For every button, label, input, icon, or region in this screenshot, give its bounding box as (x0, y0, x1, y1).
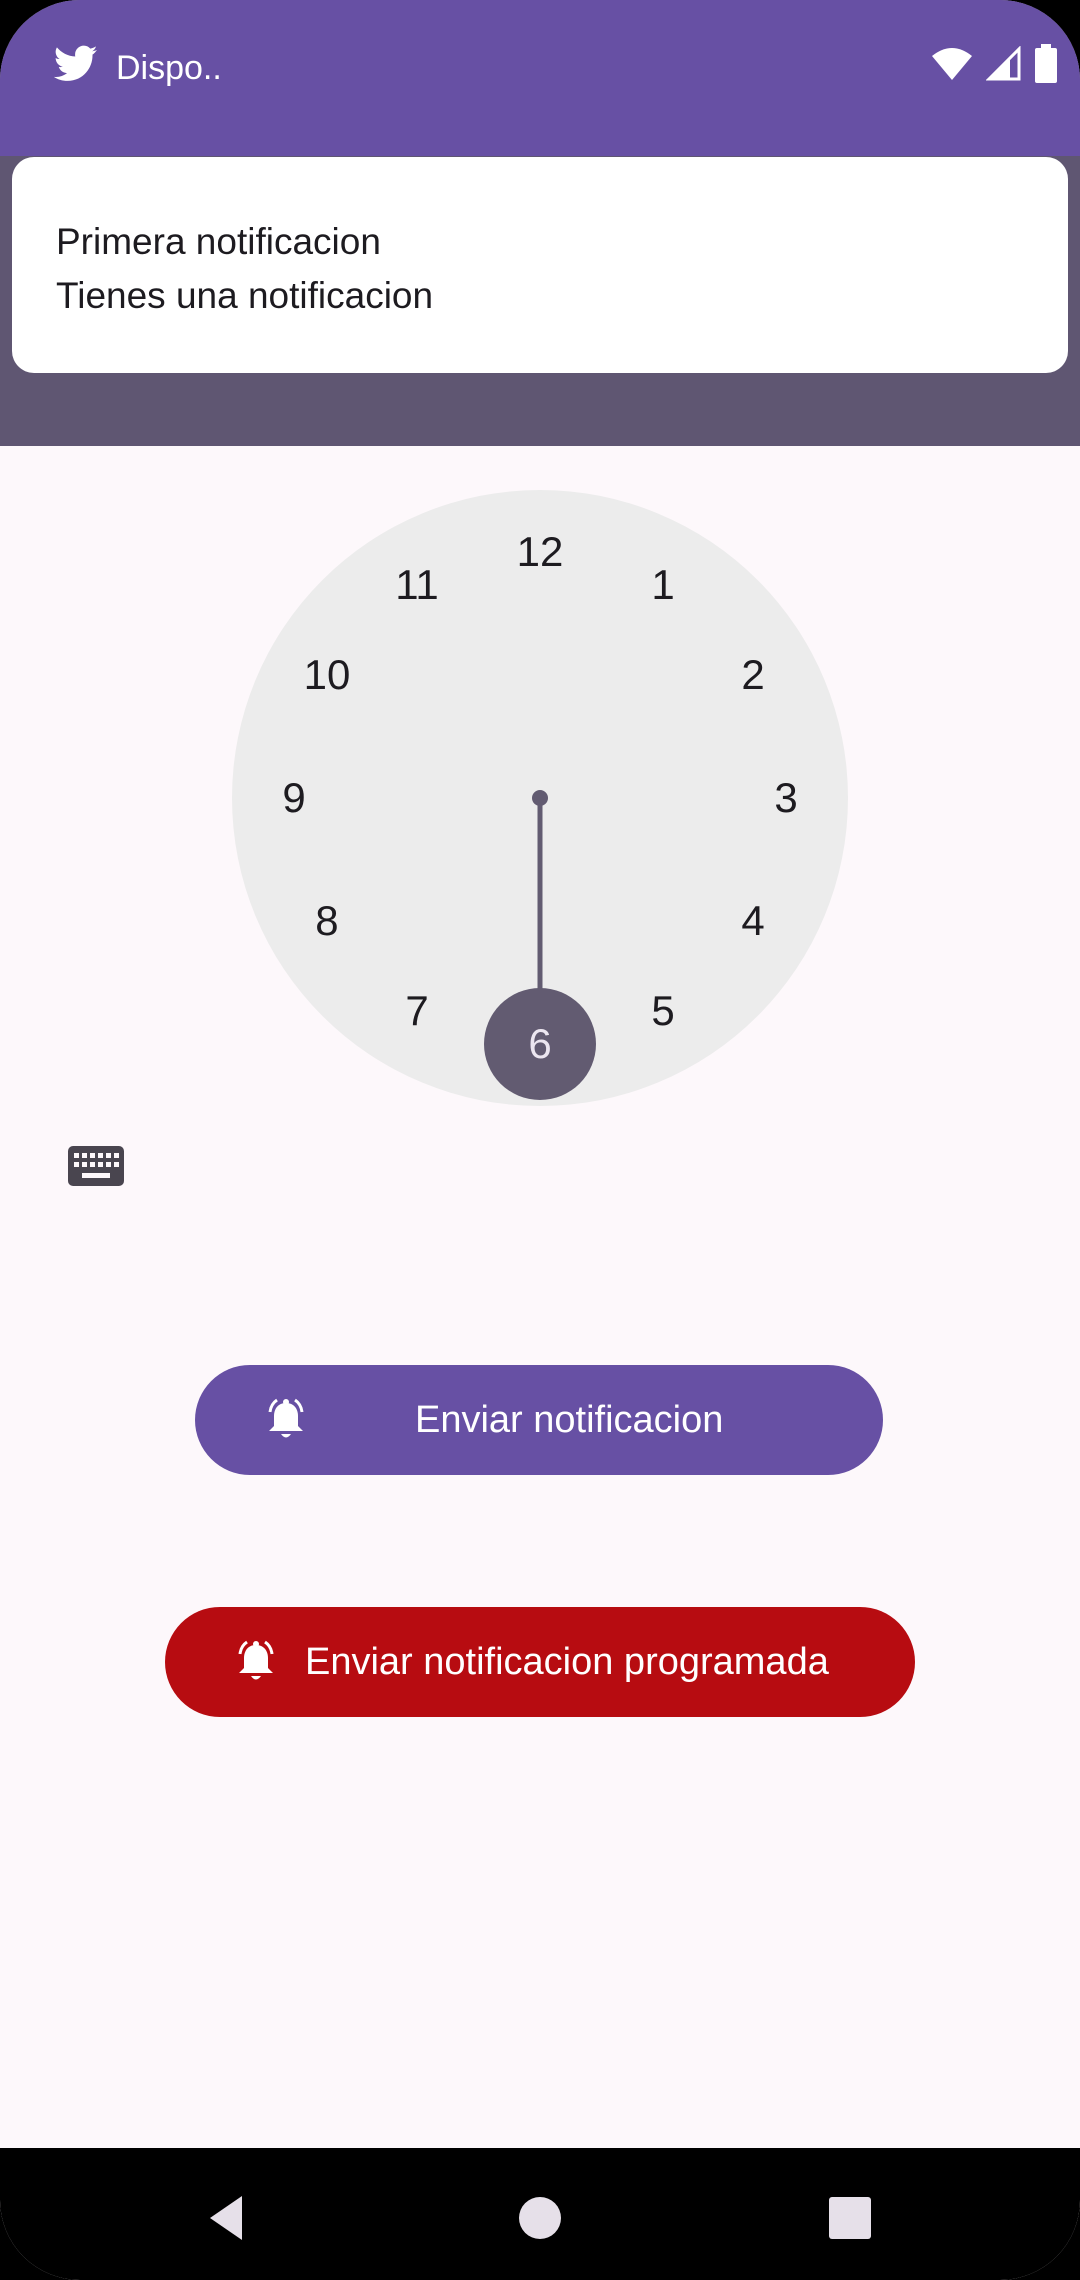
battery-icon (1034, 44, 1058, 89)
cellular-signal-icon (985, 45, 1022, 87)
status-icons (930, 44, 1058, 89)
phone-screen: Dispo.. Primera notificacion Tienes una … (0, 0, 1080, 2280)
alarm-bell-icon (233, 1640, 279, 1694)
back-icon[interactable] (196, 2188, 256, 2248)
send-scheduled-notification-label: Enviar notificacion programada (305, 1641, 829, 1683)
notification-text: Tienes una notificacion (56, 275, 434, 316)
navigation-bar (0, 2148, 1080, 2280)
clock-number-4[interactable]: 4 (713, 896, 793, 946)
clock-dial[interactable]: 12 1 2 3 4 5 6 7 8 9 10 11 (232, 490, 848, 1106)
clock-number-1[interactable]: 1 (623, 560, 703, 610)
clock-number-11[interactable]: 11 (377, 560, 457, 610)
keyboard-icon (68, 1146, 124, 1190)
clock-number-3[interactable]: 3 (746, 773, 826, 823)
status-app-info: Dispo.. (53, 45, 222, 92)
send-notification-label: Enviar notificacion (415, 1399, 724, 1441)
send-scheduled-notification-button[interactable]: Enviar notificacion programada (165, 1607, 915, 1717)
clock-number-2[interactable]: 2 (713, 650, 793, 700)
twitter-bird-icon (53, 45, 98, 92)
keyboard-toggle-button[interactable] (68, 1146, 130, 1196)
notification-title: Primera notificacion (56, 221, 381, 262)
clock-number-8[interactable]: 8 (287, 896, 367, 946)
heads-up-notification[interactable]: Primera notificacion Tienes una notifica… (12, 157, 1068, 373)
status-bar: Dispo.. (0, 0, 1080, 156)
status-app-name: Dispo.. (116, 48, 222, 87)
clock-number-5[interactable]: 5 (623, 986, 703, 1036)
clock-number-9[interactable]: 9 (254, 773, 334, 823)
wifi-icon (930, 46, 974, 87)
clock-number-12[interactable]: 12 (500, 527, 580, 577)
send-notification-button[interactable]: Enviar notificacion (195, 1365, 883, 1475)
alarm-bell-icon (263, 1398, 309, 1452)
clock-number-7[interactable]: 7 (377, 986, 457, 1036)
clock-number-10[interactable]: 10 (287, 650, 367, 700)
home-icon[interactable] (510, 2188, 570, 2248)
clock-number-6[interactable]: 6 (500, 1019, 580, 1069)
recents-icon[interactable] (820, 2188, 880, 2248)
